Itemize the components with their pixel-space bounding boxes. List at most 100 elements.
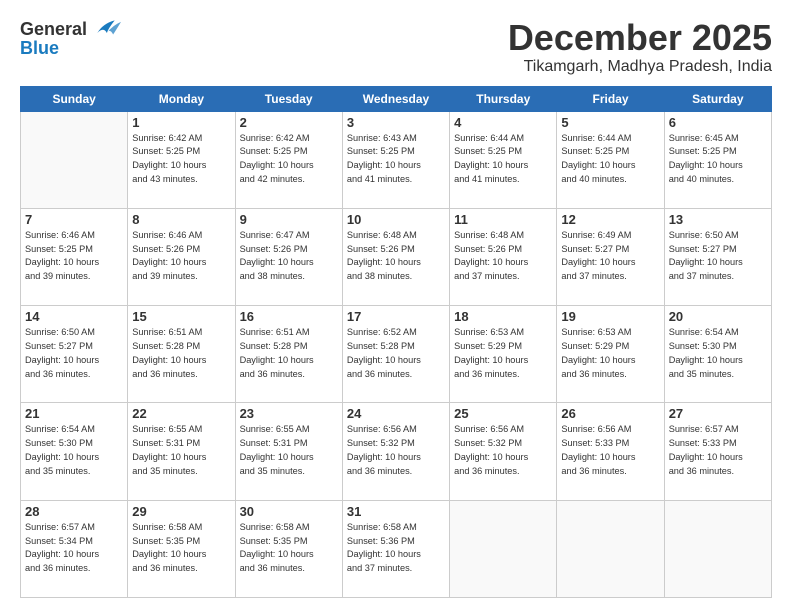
day-info: Sunrise: 6:55 AMSunset: 5:31 PMDaylight:… [132,423,230,478]
calendar-week-row: 21 Sunrise: 6:54 AMSunset: 5:30 PMDayligh… [21,403,772,500]
day-number: 21 [25,406,123,421]
day-number: 8 [132,212,230,227]
calendar-cell [21,111,128,208]
calendar-week-row: 28 Sunrise: 6:57 AMSunset: 5:34 PMDayligh… [21,500,772,597]
day-info: Sunrise: 6:44 AMSunset: 5:25 PMDaylight:… [454,132,552,187]
calendar-cell: 28 Sunrise: 6:57 AMSunset: 5:34 PMDayligh… [21,500,128,597]
day-info: Sunrise: 6:57 AMSunset: 5:33 PMDaylight:… [669,423,767,478]
calendar-cell: 3 Sunrise: 6:43 AMSunset: 5:25 PMDaylight… [342,111,449,208]
day-number: 14 [25,309,123,324]
day-info: Sunrise: 6:47 AMSunset: 5:26 PMDaylight:… [240,229,338,284]
day-number: 25 [454,406,552,421]
day-number: 2 [240,115,338,130]
calendar-cell: 7 Sunrise: 6:46 AMSunset: 5:25 PMDaylight… [21,208,128,305]
day-info: Sunrise: 6:54 AMSunset: 5:30 PMDaylight:… [669,326,767,381]
calendar-cell: 26Sunrise: 6:56 AMSunset: 5:33 PMDayligh… [557,403,664,500]
day-number: 26 [561,406,659,421]
day-number: 11 [454,212,552,227]
day-number: 3 [347,115,445,130]
day-number: 12 [561,212,659,227]
day-number: 6 [669,115,767,130]
calendar-subtitle: Tikamgarh, Madhya Pradesh, India [508,58,772,76]
day-info: Sunrise: 6:57 AMSunset: 5:34 PMDaylight:… [25,521,123,576]
col-monday: Monday [128,86,235,111]
day-number: 29 [132,504,230,519]
calendar-cell: 2 Sunrise: 6:42 AMSunset: 5:25 PMDaylight… [235,111,342,208]
header: General Blue December 2025 Tikamgarh, Ma… [20,18,772,76]
col-thursday: Thursday [450,86,557,111]
calendar-cell: 8 Sunrise: 6:46 AMSunset: 5:26 PMDaylight… [128,208,235,305]
calendar-cell: 16 Sunrise: 6:51 AMSunset: 5:28 PMDayligh… [235,306,342,403]
day-number: 13 [669,212,767,227]
calendar-cell: 29 Sunrise: 6:58 AMSunset: 5:35 PMDayligh… [128,500,235,597]
day-info: Sunrise: 6:52 AMSunset: 5:28 PMDaylight:… [347,326,445,381]
day-info: Sunrise: 6:43 AMSunset: 5:25 PMDaylight:… [347,132,445,187]
day-info: Sunrise: 6:42 AMSunset: 5:25 PMDaylight:… [132,132,230,187]
day-number: 19 [561,309,659,324]
calendar-cell: 19 Sunrise: 6:53 AMSunset: 5:29 PMDayligh… [557,306,664,403]
day-number: 22 [132,406,230,421]
calendar-cell: 12 Sunrise: 6:49 AMSunset: 5:27 PMDayligh… [557,208,664,305]
calendar-cell: 30 Sunrise: 6:58 AMSunset: 5:35 PMDayligh… [235,500,342,597]
day-number: 17 [347,309,445,324]
day-info: Sunrise: 6:56 AMSunset: 5:32 PMDaylight:… [454,423,552,478]
calendar-cell: 23 Sunrise: 6:55 AMSunset: 5:31 PMDayligh… [235,403,342,500]
day-info: Sunrise: 6:53 AMSunset: 5:29 PMDaylight:… [561,326,659,381]
day-info: Sunrise: 6:48 AMSunset: 5:26 PMDaylight:… [454,229,552,284]
calendar-week-row: 14 Sunrise: 6:50 AMSunset: 5:27 PMDayligh… [21,306,772,403]
calendar-cell: 21 Sunrise: 6:54 AMSunset: 5:30 PMDayligh… [21,403,128,500]
day-info: Sunrise: 6:51 AMSunset: 5:28 PMDaylight:… [240,326,338,381]
col-tuesday: Tuesday [235,86,342,111]
logo-blue: Blue [20,38,59,59]
day-info: Sunrise: 6:50 AMSunset: 5:27 PMDaylight:… [669,229,767,284]
day-number: 23 [240,406,338,421]
day-info: Sunrise: 6:58 AMSunset: 5:36 PMDaylight:… [347,521,445,576]
calendar-cell: 5 Sunrise: 6:44 AMSunset: 5:25 PMDaylight… [557,111,664,208]
calendar-cell: 20 Sunrise: 6:54 AMSunset: 5:30 PMDayligh… [664,306,771,403]
day-info: Sunrise: 6:55 AMSunset: 5:31 PMDaylight:… [240,423,338,478]
day-info: Sunrise: 6:54 AMSunset: 5:30 PMDaylight:… [25,423,123,478]
day-info: Sunrise: 6:58 AMSunset: 5:35 PMDaylight:… [132,521,230,576]
calendar-cell: 17 Sunrise: 6:52 AMSunset: 5:28 PMDayligh… [342,306,449,403]
day-info: Sunrise: 6:50 AMSunset: 5:27 PMDaylight:… [25,326,123,381]
calendar-cell: 10Sunrise: 6:48 AMSunset: 5:26 PMDayligh… [342,208,449,305]
calendar-cell: 31Sunrise: 6:58 AMSunset: 5:36 PMDayligh… [342,500,449,597]
day-number: 7 [25,212,123,227]
day-info: Sunrise: 6:56 AMSunset: 5:32 PMDaylight:… [347,423,445,478]
day-number: 30 [240,504,338,519]
day-info: Sunrise: 6:42 AMSunset: 5:25 PMDaylight:… [240,132,338,187]
day-number: 15 [132,309,230,324]
day-info: Sunrise: 6:44 AMSunset: 5:25 PMDaylight:… [561,132,659,187]
day-number: 24 [347,406,445,421]
day-info: Sunrise: 6:49 AMSunset: 5:27 PMDaylight:… [561,229,659,284]
day-number: 28 [25,504,123,519]
day-info: Sunrise: 6:48 AMSunset: 5:26 PMDaylight:… [347,229,445,284]
calendar-cell: 18 Sunrise: 6:53 AMSunset: 5:29 PMDayligh… [450,306,557,403]
calendar-cell: 24 Sunrise: 6:56 AMSunset: 5:32 PMDayligh… [342,403,449,500]
calendar-cell: 4 Sunrise: 6:44 AMSunset: 5:25 PMDaylight… [450,111,557,208]
calendar-cell: 9 Sunrise: 6:47 AMSunset: 5:26 PMDaylight… [235,208,342,305]
calendar-cell: 13 Sunrise: 6:50 AMSunset: 5:27 PMDayligh… [664,208,771,305]
day-info: Sunrise: 6:53 AMSunset: 5:29 PMDaylight:… [454,326,552,381]
day-info: Sunrise: 6:46 AMSunset: 5:26 PMDaylight:… [132,229,230,284]
calendar-cell: 27 Sunrise: 6:57 AMSunset: 5:33 PMDayligh… [664,403,771,500]
col-wednesday: Wednesday [342,86,449,111]
calendar-cell: 15Sunrise: 6:51 AMSunset: 5:28 PMDayligh… [128,306,235,403]
day-number: 9 [240,212,338,227]
calendar-cell [664,500,771,597]
day-number: 27 [669,406,767,421]
calendar-cell: 14 Sunrise: 6:50 AMSunset: 5:27 PMDayligh… [21,306,128,403]
day-number: 18 [454,309,552,324]
calendar-header-row: Sunday Monday Tuesday Wednesday Thursday… [21,86,772,111]
logo: General Blue [20,18,121,59]
calendar-week-row: 1Sunrise: 6:42 AMSunset: 5:25 PMDaylight… [21,111,772,208]
day-number: 20 [669,309,767,324]
logo-bird-icon [91,18,121,40]
page: General Blue December 2025 Tikamgarh, Ma… [0,0,792,612]
day-number: 5 [561,115,659,130]
day-info: Sunrise: 6:58 AMSunset: 5:35 PMDaylight:… [240,521,338,576]
day-number: 16 [240,309,338,324]
day-info: Sunrise: 6:46 AMSunset: 5:25 PMDaylight:… [25,229,123,284]
day-number: 4 [454,115,552,130]
col-sunday: Sunday [21,86,128,111]
